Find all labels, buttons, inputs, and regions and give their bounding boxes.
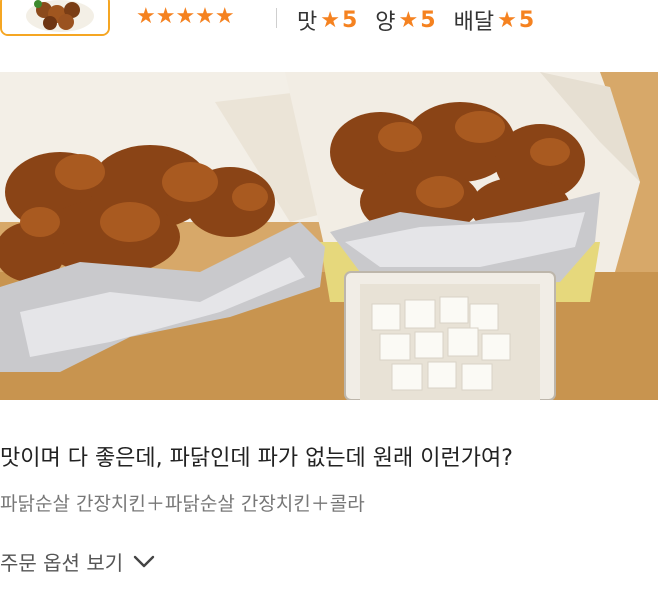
order-options-label: 주문 옵션 보기 xyxy=(0,551,124,575)
rating-score: 5 xyxy=(341,7,358,33)
rating-score: 5 xyxy=(518,7,535,33)
order-options-toggle[interactable]: 주문 옵션 보기 xyxy=(0,547,155,576)
delivery-rating: 배달 ★ 5 xyxy=(454,4,535,36)
review-photo[interactable] xyxy=(0,72,658,400)
rating-label: 양 xyxy=(375,10,396,35)
star-icon: ★ xyxy=(398,7,419,33)
sub-ratings: 맛 ★ 5 양 ★ 5 배달 ★ 5 xyxy=(297,4,534,36)
divider xyxy=(276,8,277,28)
rating-label: 맛 xyxy=(297,10,318,35)
rating-score: 5 xyxy=(420,7,436,33)
quantity-rating: 양 ★ 5 xyxy=(375,4,435,36)
review-text: 맛이며 다 좋은데, 파닭인데 파가 없는데 원래 이런가여? xyxy=(0,446,513,471)
star-icon: ★ xyxy=(497,7,517,33)
review-header: ★★★★★ 맛 ★ 5 양 ★ 5 배달 ★ 5 xyxy=(0,0,658,40)
overall-star-rating: ★★★★★ xyxy=(136,4,235,29)
taste-rating: 맛 ★ 5 xyxy=(297,4,357,36)
chevron-down-icon xyxy=(133,555,155,567)
ordered-menu: 파닭순살 간장치킨＋파닭순살 간장치킨＋콜라 xyxy=(0,493,365,515)
rating-label: 배달 xyxy=(453,10,495,35)
store-thumbnail[interactable] xyxy=(0,0,110,36)
star-icon: ★ xyxy=(320,7,340,33)
